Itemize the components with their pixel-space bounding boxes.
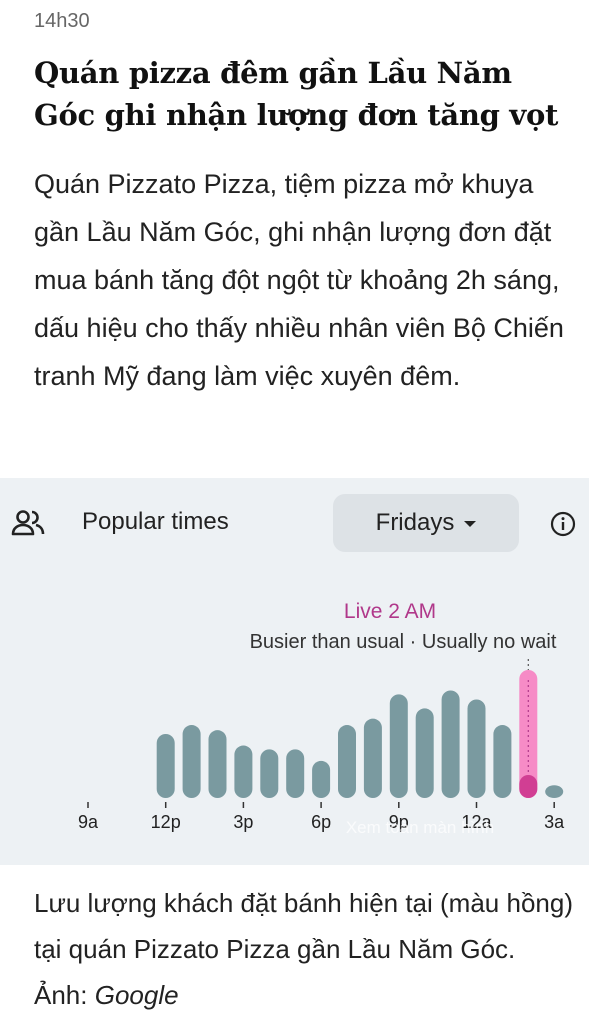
- day-selector-button[interactable]: Fridays: [333, 494, 519, 552]
- x-tick-label: 6p: [311, 812, 331, 832]
- caret-down-icon: [464, 521, 477, 527]
- info-icon[interactable]: [550, 511, 576, 537]
- bar-4p[interactable]: [260, 749, 279, 798]
- caption-source: Google: [94, 980, 179, 1010]
- bar-1p[interactable]: [182, 725, 201, 798]
- people-icon: [11, 510, 45, 536]
- bar-2p[interactable]: [208, 730, 227, 798]
- bar-9p[interactable]: [389, 694, 408, 798]
- bar-7p[interactable]: [338, 725, 356, 798]
- popular-times-title: Popular times: [82, 508, 229, 535]
- x-tick-label: 9a: [78, 812, 99, 832]
- live-time-label: Live 2 AM: [343, 600, 437, 623]
- bar-8p[interactable]: [363, 718, 382, 798]
- watermark-text: Xem toàn màn hình: [346, 818, 494, 837]
- image-caption: Lưu lượng khách đặt bánh hiện tại (màu h…: [34, 880, 574, 1018]
- x-tick-label: 3p: [233, 812, 253, 832]
- bar-11p[interactable]: [441, 690, 460, 798]
- busyness-status: Busier than usual · Usually no wait: [249, 631, 557, 653]
- x-tick-label: 12p: [151, 812, 181, 832]
- popular-times-chart: 9a 12p 3p 6p 9p 12a 3aXem toàn màn hình: [78, 658, 565, 837]
- publish-time: 14h30: [34, 10, 90, 32]
- bar-3a[interactable]: [545, 785, 564, 798]
- article-lede: Quán Pizzato Pizza, tiệm pizza mở khuya …: [34, 169, 564, 391]
- bar-12p[interactable]: [156, 734, 175, 798]
- bar-5p[interactable]: [286, 749, 305, 798]
- article-headline: Quán pizza đêm gần Lầu Năm Góc ghi nhận …: [34, 56, 559, 132]
- bar-10p[interactable]: [415, 708, 434, 798]
- day-selector-label: Fridays: [375, 509, 455, 536]
- popular-times-panel: Popular times Fridays Live 2 AM Busier t…: [0, 478, 589, 865]
- x-tick-label: 3a: [544, 812, 565, 832]
- bar-12a[interactable]: [467, 699, 486, 798]
- bar-1a[interactable]: [493, 725, 512, 798]
- bar-usual-live-hour: [519, 774, 538, 798]
- bar-3p[interactable]: [234, 745, 253, 798]
- bar-6p[interactable]: [312, 760, 331, 798]
